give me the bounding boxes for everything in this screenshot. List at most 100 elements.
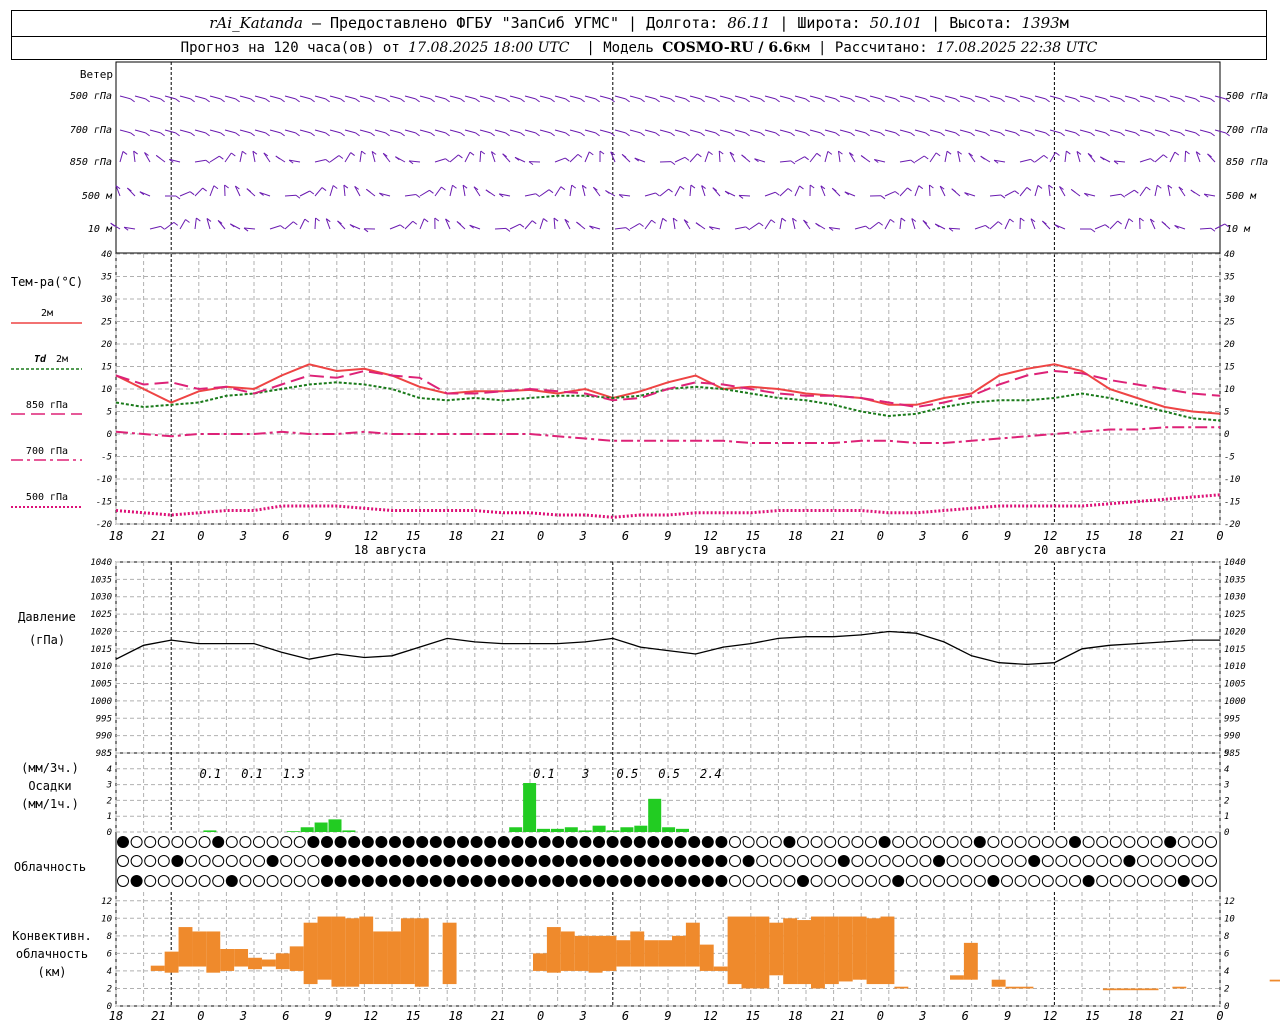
- wind-barb-feather: [805, 132, 810, 137]
- conv-bar: [373, 931, 388, 985]
- wind-barb-feather: [275, 155, 281, 160]
- wind-barb-feather: [565, 98, 570, 103]
- wind-barb: [659, 95, 671, 100]
- wind-barb-feather: [531, 220, 537, 225]
- cloud-circle: [933, 836, 945, 848]
- y-tick-left-precip: 3: [106, 781, 112, 791]
- y-tick-left-conv: 12: [101, 897, 112, 907]
- wind-barb-feather: [310, 132, 315, 137]
- wind-barb: [914, 185, 920, 197]
- wind-barb: [133, 151, 136, 163]
- wind-barb: [149, 129, 161, 134]
- wind-barb: [1034, 129, 1046, 134]
- wind-barb-feather: [690, 184, 696, 189]
- cloud-circle: [144, 836, 157, 848]
- cloud-circle: [185, 875, 197, 887]
- wind-barb: [719, 129, 731, 134]
- wind-barb: [299, 129, 311, 134]
- cloud-circle: [960, 855, 973, 867]
- y-tick-right-temp: 40: [1224, 250, 1235, 260]
- wind-barb: [764, 95, 776, 100]
- wind-barb-feather: [1195, 132, 1200, 137]
- wind-barb-feather: [535, 98, 540, 103]
- cloud-circle: [960, 836, 973, 848]
- cloud-circle: [334, 836, 347, 848]
- y-tick-left-pressure: 1010: [90, 662, 112, 672]
- wind-barb: [553, 217, 556, 230]
- conv-bar: [150, 965, 165, 971]
- wind-barb: [1139, 186, 1147, 197]
- wind-barb: [164, 129, 176, 134]
- wind-barb-feather: [445, 98, 450, 103]
- conv-bar: [769, 922, 784, 976]
- wind-barb-feather: [309, 190, 315, 195]
- cloud-circle: [470, 836, 483, 848]
- wind-barb: [1124, 218, 1130, 230]
- wind-barb: [359, 129, 371, 134]
- wind-barb-feather: [985, 225, 990, 229]
- y-tick-right-temp: 35: [1223, 273, 1235, 283]
- wind-barb: [794, 185, 800, 197]
- y-tick-left-temp: 30: [100, 295, 112, 305]
- wind-barb-feather: [1161, 221, 1167, 226]
- wind-barb-feather: [655, 192, 660, 197]
- conv-bar: [644, 940, 659, 967]
- wind-barb-feather: [700, 132, 705, 137]
- cloud-circle: [810, 855, 823, 867]
- conv-bar: [741, 916, 756, 989]
- x-tick-label-conv: 3: [578, 1009, 586, 1023]
- wind-barb-feather: [1090, 98, 1095, 103]
- wind-barb: [239, 129, 251, 134]
- x-tick-label-temp: 21: [151, 529, 165, 543]
- wind-barb: [779, 218, 783, 230]
- cloud-circle: [389, 836, 401, 848]
- cloud-circle: [185, 855, 197, 867]
- wind-barb: [254, 129, 266, 134]
- cloud-circle: [1001, 836, 1013, 848]
- wind-barb: [479, 150, 482, 163]
- precip-bar: [578, 830, 592, 832]
- wind-barb-feather: [1045, 98, 1050, 103]
- wind-barb: [1079, 129, 1091, 134]
- cloud-circle: [1137, 855, 1149, 867]
- wind-barb: [194, 187, 204, 197]
- cloud-circle: [511, 875, 524, 887]
- cloud-circle: [538, 836, 551, 848]
- conv-bar: [331, 916, 346, 987]
- wind-barb: [209, 95, 221, 100]
- wind-barb: [884, 129, 896, 134]
- cloud-circle: [851, 875, 864, 887]
- wind-barb-feather: [280, 132, 285, 137]
- wind-barb-feather: [799, 185, 804, 190]
- wind-barb-feather: [1135, 98, 1140, 103]
- cloud-circle: [987, 855, 1000, 867]
- wind-barb: [899, 95, 911, 100]
- cloud-circle: [1082, 836, 1095, 848]
- cloud-circle: [511, 836, 524, 848]
- y-tick-left-conv: 4: [107, 967, 112, 977]
- wind-barb: [1034, 95, 1046, 100]
- y-tick-left-conv: 0: [107, 1002, 112, 1012]
- wind-barb-feather: [355, 132, 360, 137]
- x-tick-label-temp: 18: [109, 529, 123, 543]
- wind-barb: [239, 151, 243, 163]
- y-tick-right-temp: 15: [1224, 363, 1235, 373]
- wind-barb: [1169, 151, 1176, 163]
- wind-barb: [959, 129, 971, 134]
- wind-barb: [884, 219, 891, 230]
- wind-barb: [554, 129, 566, 134]
- wind-barb: [434, 186, 442, 197]
- wind-barb-feather: [338, 155, 344, 159]
- wind-barb-feather: [490, 98, 495, 103]
- conv-bar: [192, 931, 207, 967]
- cloud-circle: [674, 875, 687, 887]
- cloud-circle: [293, 855, 306, 867]
- wind-barb: [704, 129, 716, 134]
- y-tick-left-temp: -5: [101, 453, 112, 463]
- wind-barb-feather: [361, 150, 366, 155]
- y-tick-left-pressure: 1000: [90, 697, 112, 707]
- cloud-circle: [1014, 855, 1027, 867]
- cloud-circle: [729, 836, 741, 848]
- precip-bar: [203, 830, 217, 832]
- cloud-circle: [701, 875, 714, 887]
